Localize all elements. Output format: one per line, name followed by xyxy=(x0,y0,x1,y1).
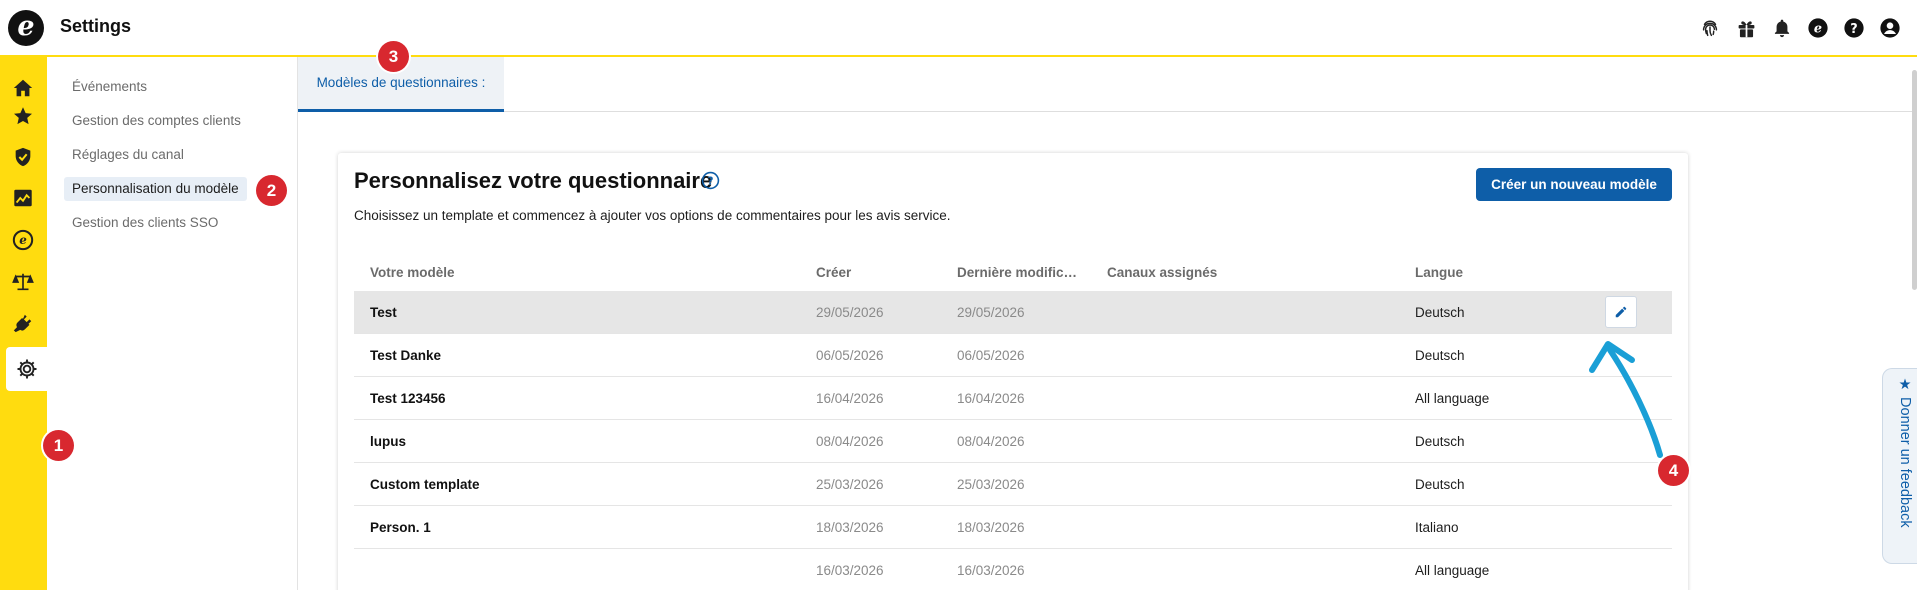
row-modified: 06/05/2026 xyxy=(957,348,1025,363)
row-modified: 18/03/2026 xyxy=(957,520,1025,535)
top-icon-bar: e ? xyxy=(1697,15,1903,41)
home-icon[interactable] xyxy=(9,74,37,102)
row-name: Person. 1 xyxy=(370,520,431,535)
feedback-tab[interactable]: ★ Donner un feedback xyxy=(1882,368,1917,564)
create-template-button[interactable]: Créer un nouveau modèle xyxy=(1476,168,1672,201)
template-card: Personnalisez votre questionnaire ? Choi… xyxy=(338,153,1688,590)
svg-text:e: e xyxy=(19,233,27,247)
feedback-label: ★ Donner un feedback xyxy=(1897,377,1913,528)
top-bar: e Settings e ? xyxy=(0,0,1917,57)
templates-table: Votre modèle Créer Dernière modific… Can… xyxy=(354,253,1672,590)
shield-check-icon[interactable] xyxy=(9,143,37,171)
brand-logo[interactable]: e xyxy=(8,10,44,46)
tab-strip: Modèles de questionnaires : xyxy=(298,57,1917,112)
row-name: lupus xyxy=(370,434,406,449)
info-help-icon[interactable]: ? xyxy=(701,171,720,190)
card-description: Choisissez un template et commencez à aj… xyxy=(354,208,951,223)
row-language: Deutsch xyxy=(1415,305,1465,320)
row-name: Test Danke xyxy=(370,348,442,363)
row-language: All language xyxy=(1415,391,1490,406)
svg-text:?: ? xyxy=(1850,22,1857,37)
star-icon[interactable] xyxy=(9,102,37,130)
row-language: Italiano xyxy=(1415,520,1459,535)
svg-text:?: ? xyxy=(708,175,714,187)
annotation-arrow xyxy=(1589,341,1663,458)
table-row[interactable]: Test 29/05/2026 29/05/2026 Deutsch xyxy=(354,291,1672,334)
annotation-badge-1: 1 xyxy=(43,430,74,461)
fingerprint-icon[interactable] xyxy=(1697,15,1723,41)
row-language: Deutsch xyxy=(1415,348,1465,363)
left-rail: e xyxy=(0,57,47,590)
plug-icon[interactable] xyxy=(9,309,37,337)
table-header: Votre modèle Créer Dernière modific… Can… xyxy=(354,253,1672,291)
help-icon[interactable]: ? xyxy=(1841,15,1867,41)
scales-icon[interactable] xyxy=(9,268,37,296)
table-row[interactable]: Person. 1 18/03/2026 18/03/2026 Italiano xyxy=(354,506,1672,549)
row-modified: 16/04/2026 xyxy=(957,391,1025,406)
table-row[interactable]: 16/03/2026 16/03/2026 All language xyxy=(354,549,1672,590)
row-language: All language xyxy=(1415,563,1490,578)
annotation-badge-2: 2 xyxy=(256,175,287,206)
row-created: 18/03/2026 xyxy=(816,520,884,535)
column-template[interactable]: Votre modèle xyxy=(370,265,455,280)
edit-template-button[interactable] xyxy=(1605,296,1637,328)
row-created: 16/03/2026 xyxy=(816,563,884,578)
page-scrollbar[interactable] xyxy=(1912,70,1917,290)
sidebar-item-channel-settings[interactable]: Réglages du canal xyxy=(64,143,192,167)
row-modified: 29/05/2026 xyxy=(957,305,1025,320)
row-name: Test xyxy=(370,305,397,320)
page-title: Settings xyxy=(60,16,132,36)
row-language: Deutsch xyxy=(1415,477,1465,492)
card-title: Personnalisez votre questionnaire xyxy=(354,168,713,193)
row-created: 16/04/2026 xyxy=(816,391,884,406)
column-language[interactable]: Langue xyxy=(1415,265,1463,280)
table-row[interactable]: Test 123456 16/04/2026 16/04/2026 All la… xyxy=(354,377,1672,420)
sidebar-item-customer-accounts[interactable]: Gestion des comptes clients xyxy=(64,109,249,133)
account-icon[interactable] xyxy=(1877,15,1903,41)
settings-sidebar: Événements Gestion des comptes clients R… xyxy=(47,57,298,590)
row-modified: 08/04/2026 xyxy=(957,434,1025,449)
row-modified: 25/03/2026 xyxy=(957,477,1025,492)
settings-page: e Settings e ? e Événements Gestion des … xyxy=(0,0,1917,590)
row-name: Test 123456 xyxy=(370,391,446,406)
column-created[interactable]: Créer xyxy=(816,265,851,280)
sidebar-item-sso-clients[interactable]: Gestion des clients SSO xyxy=(64,211,226,235)
annotation-badge-3: 3 xyxy=(378,41,409,72)
row-created: 06/05/2026 xyxy=(816,348,884,363)
svg-text:e: e xyxy=(1814,22,1822,37)
row-created: 25/03/2026 xyxy=(816,477,884,492)
table-row[interactable]: Test Danke 06/05/2026 06/05/2026 Deutsch xyxy=(354,334,1672,377)
gift-icon[interactable] xyxy=(1733,15,1759,41)
annotation-badge-4: 4 xyxy=(1658,455,1689,486)
column-channels[interactable]: Canaux assignés xyxy=(1107,265,1217,280)
row-name: Custom template xyxy=(370,477,480,492)
column-last-modified[interactable]: Dernière modific… xyxy=(957,265,1077,280)
row-modified: 16/03/2026 xyxy=(957,563,1025,578)
sidebar-item-events[interactable]: Événements xyxy=(64,75,155,99)
trusted-shops-icon[interactable]: e xyxy=(1805,15,1831,41)
trusted-shops-icon[interactable]: e xyxy=(9,226,37,254)
row-language: Deutsch xyxy=(1415,434,1465,449)
pencil-icon xyxy=(1615,306,1627,318)
table-row[interactable]: Custom template 25/03/2026 25/03/2026 De… xyxy=(354,463,1672,506)
row-created: 29/05/2026 xyxy=(816,305,884,320)
chart-icon[interactable] xyxy=(9,184,37,212)
row-created: 08/04/2026 xyxy=(816,434,884,449)
gear-icon[interactable] xyxy=(6,347,47,391)
bell-icon[interactable] xyxy=(1769,15,1795,41)
sidebar-item-template-customization[interactable]: Personnalisation du modèle xyxy=(64,177,247,201)
table-row[interactable]: lupus 08/04/2026 08/04/2026 Deutsch xyxy=(354,420,1672,463)
